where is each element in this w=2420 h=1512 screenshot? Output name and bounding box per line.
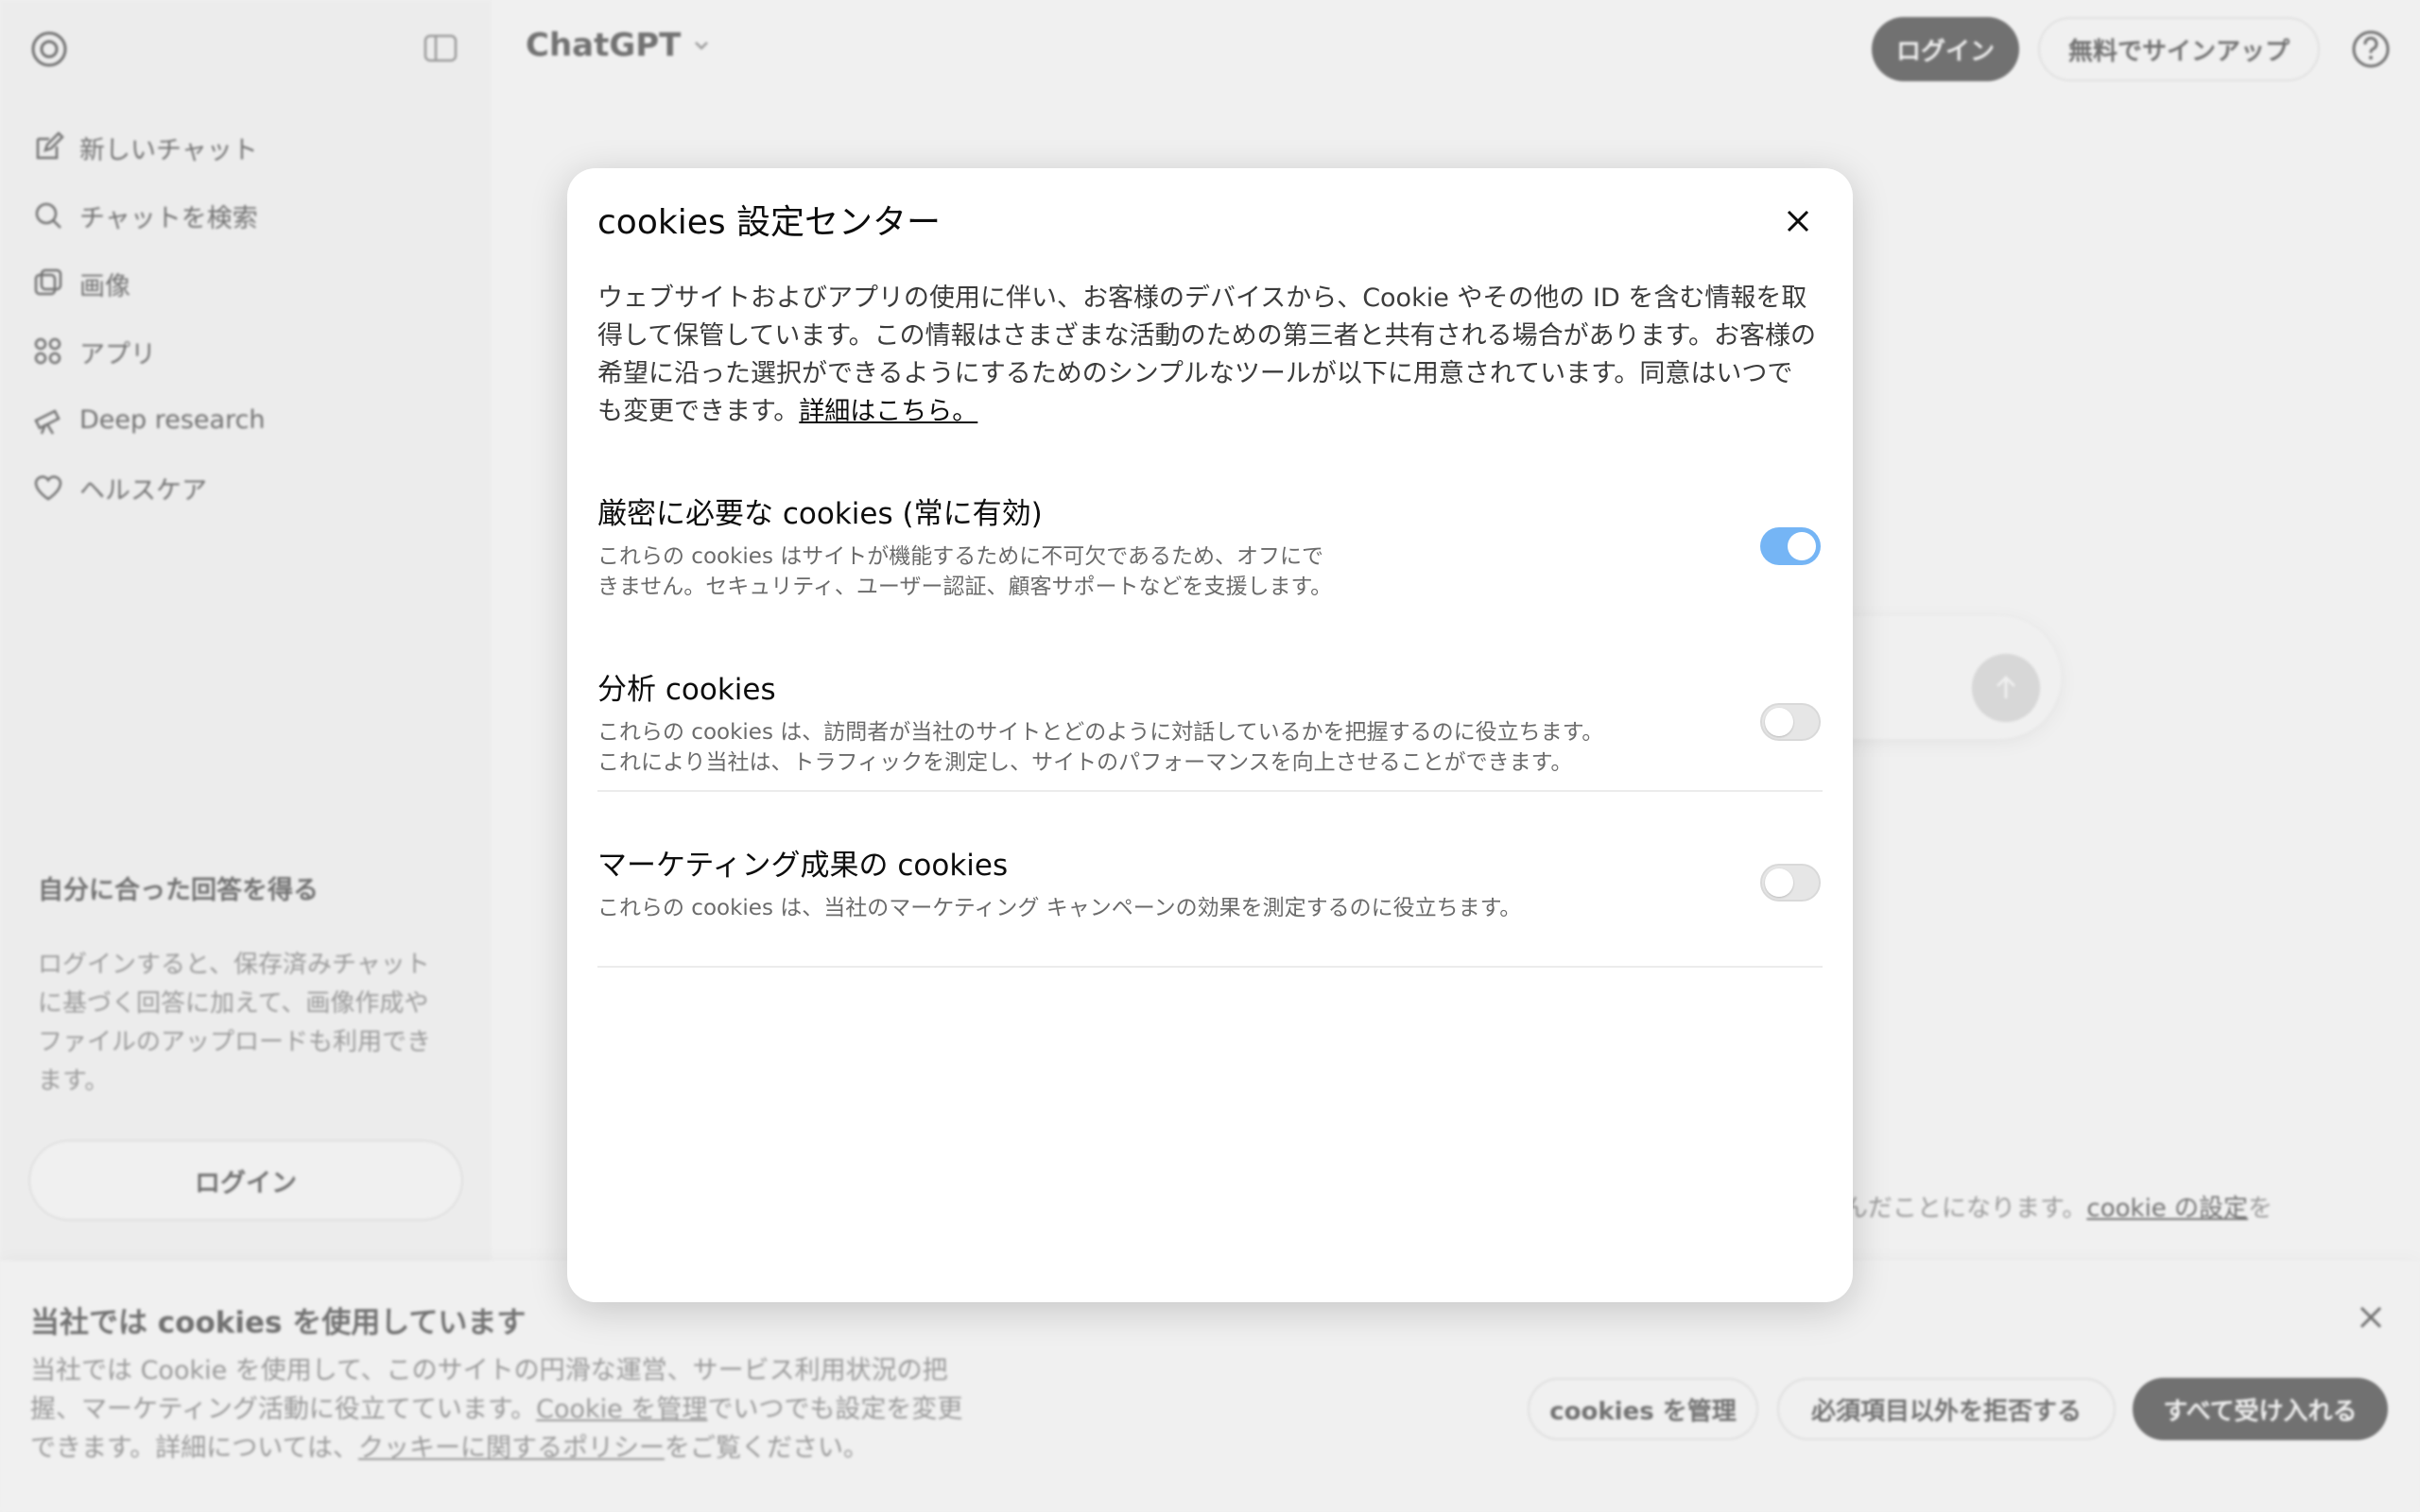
- section-desc-line: これらの cookies はサイトが機能するために不可欠であるため、オフにで: [597, 544, 1324, 569]
- section-title: 分析 cookies: [597, 673, 776, 707]
- dialog-description: ウェブサイトおよびアプリの使用に伴い、お客様のデバイスから、Cookie やその…: [597, 280, 1817, 431]
- toggle-marketing-cookies[interactable]: [1760, 864, 1821, 902]
- toggle-knob: [1765, 708, 1793, 736]
- section-desc: これらの cookies はサイトが機能するために不可欠であるため、オフにで き…: [597, 541, 1823, 602]
- close-icon[interactable]: [1781, 204, 1815, 238]
- section-desc-line: これにより当社は、トラフィックを測定し、サイトのパフォーマンスを向上させることが…: [597, 750, 1573, 775]
- section-desc: これらの cookies は、当社のマーケティング キャンペーンの効果を測定する…: [597, 893, 1823, 923]
- section-title: マーケティング成果の cookies: [597, 849, 1009, 883]
- cookie-settings-dialog: cookies 設定センター ウェブサイトおよびアプリの使用に伴い、お客様のデバ…: [567, 168, 1853, 1302]
- toggle-necessary-cookies[interactable]: [1760, 527, 1821, 565]
- dialog-description-text: ウェブサイトおよびアプリの使用に伴い、お客様のデバイスから、Cookie やその…: [597, 284, 1816, 426]
- toggle-knob: [1765, 868, 1793, 897]
- toggle-knob: [1788, 532, 1816, 560]
- section-title: 厳密に必要な cookies (常に有効): [597, 497, 1043, 531]
- section-desc: これらの cookies は、訪問者が当社のサイトとどのように対話しているかを把…: [597, 717, 1823, 778]
- dialog-title: cookies 設定センター: [597, 203, 942, 242]
- cookie-section-marketing: マーケティング成果の cookies これらの cookies は、当社のマーケ…: [597, 841, 1823, 923]
- learn-more-link[interactable]: 詳細はこちら。: [799, 397, 977, 426]
- toggle-analytics-cookies[interactable]: [1760, 703, 1821, 741]
- section-desc-line: これらの cookies は、当社のマーケティング キャンペーンの効果を測定する…: [597, 896, 1522, 920]
- section-desc-line: きません。セキュリティ、ユーザー認証、顧客サポートなどを支援します。: [597, 575, 1333, 599]
- section-desc-line: これらの cookies は、訪問者が当社のサイトとどのように対話しているかを把…: [597, 720, 1604, 745]
